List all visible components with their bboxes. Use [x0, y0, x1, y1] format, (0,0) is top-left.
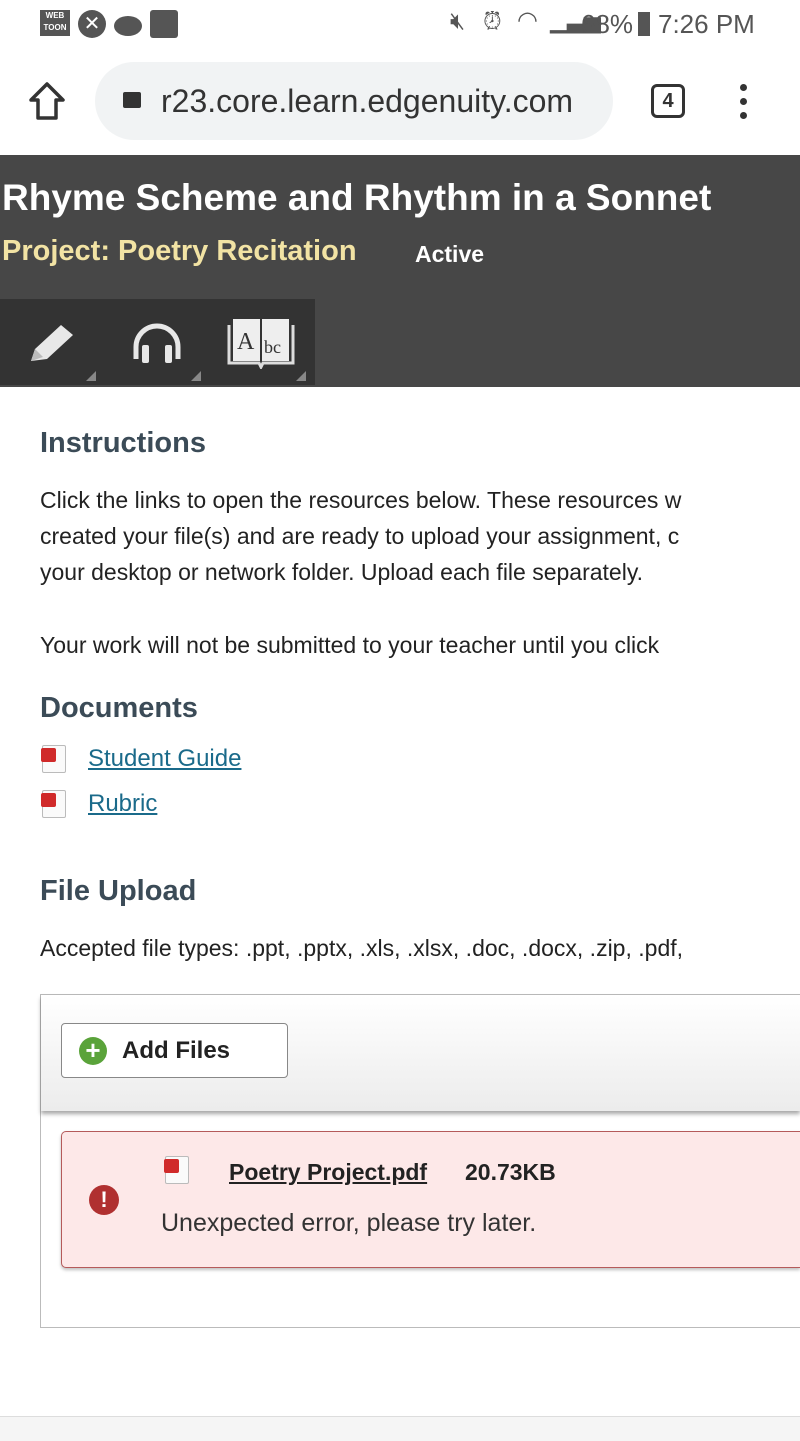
webtoon-icon: WEB TOON [40, 10, 70, 36]
status-bar: WEB TOON ✕ 🔇︎ ⏰︎ ◠ ▁▃▅ 68% 7:26 PM [0, 0, 800, 50]
instructions-text: created your file(s) and are ready to up… [40, 523, 680, 549]
url-text: r23.core.learn.edgenuity.com [161, 83, 574, 119]
status-badge: Active [415, 241, 485, 267]
home-icon[interactable] [28, 81, 66, 121]
pencil-tool-button[interactable] [0, 299, 100, 385]
battery-icon [638, 12, 650, 36]
file-upload-heading: File Upload [40, 875, 197, 907]
url-bar[interactable]: r23.core.learn.edgenuity.com [95, 62, 613, 140]
alarm-icon: ⏰︎ [483, 8, 502, 35]
add-files-button[interactable]: + Add Files [61, 1023, 288, 1078]
pencil-icon [31, 325, 73, 361]
menu-icon[interactable] [738, 84, 748, 120]
upload-panel: + Add Files ! Poetry Project.pdf 20.73KB… [40, 994, 800, 1328]
app-icon [150, 10, 178, 38]
tool-bar: Abc [0, 299, 315, 385]
error-message: Unexpected error, please try later. [161, 1209, 537, 1237]
battery-percent: 68% [581, 9, 634, 39]
reddit-icon [114, 16, 142, 36]
instructions-text: Click the links to open the resources be… [40, 487, 682, 513]
clock: 7:26 PM [658, 9, 755, 39]
wifi-icon: ◠ [517, 7, 538, 34]
pdf-icon [41, 790, 66, 818]
activity-subtitle: Project: Poetry Recitation [2, 235, 357, 267]
pdf-icon [164, 1156, 189, 1184]
mute-icon: 🔇︎ [450, 8, 466, 35]
page-title: Rhyme Scheme and Rhythm in a Sonnet [2, 177, 712, 218]
page-footer [0, 1416, 800, 1441]
rubric-link[interactable]: Rubric [88, 790, 157, 818]
svg-text:bc: bc [264, 337, 281, 357]
dictionary-tool-button[interactable]: Abc [210, 299, 310, 385]
xbox-icon: ✕ [78, 10, 106, 38]
error-icon: ! [89, 1185, 119, 1215]
upload-error-item: ! Poetry Project.pdf 20.73KB Unexpected … [61, 1131, 800, 1268]
audio-tool-button[interactable] [105, 299, 205, 385]
headphones-icon [133, 323, 181, 363]
submission-note: Your work will not be submitted to your … [40, 632, 660, 658]
instructions-text: your desktop or network folder. Upload e… [40, 559, 644, 585]
lock-icon [123, 92, 141, 108]
instructions-heading: Instructions [40, 427, 206, 459]
dictionary-icon: Abc [227, 319, 295, 369]
plus-icon: + [79, 1037, 107, 1065]
svg-text:A: A [237, 329, 255, 355]
documents-heading: Documents [40, 692, 198, 724]
lesson-header: Rhyme Scheme and Rhythm in a Sonnet Proj… [0, 155, 800, 387]
uploaded-file-link[interactable]: Poetry Project.pdf [229, 1159, 427, 1186]
browser-toolbar: r23.core.learn.edgenuity.com 4 [0, 50, 800, 155]
upload-toolbar: + Add Files [41, 995, 800, 1111]
file-size: 20.73KB [465, 1159, 556, 1185]
tab-switcher-button[interactable]: 4 [651, 84, 685, 118]
student-guide-link[interactable]: Student Guide [88, 745, 241, 773]
notification-icons: WEB TOON ✕ [40, 10, 178, 38]
accepted-file-types: Accepted file types: .ppt, .pptx, .xls, … [40, 935, 684, 961]
add-files-label: Add Files [122, 1037, 231, 1064]
pdf-icon [41, 745, 66, 773]
